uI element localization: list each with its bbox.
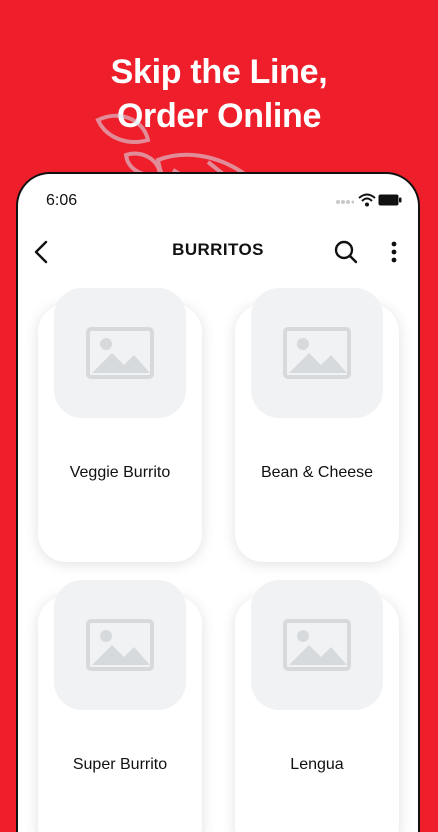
battery-icon <box>378 194 402 206</box>
image-placeholder-icon <box>86 327 154 379</box>
top-nav-bar: BURRITOS <box>18 226 418 278</box>
product-image <box>54 288 186 418</box>
signal-dots-icon <box>336 200 354 204</box>
product-name: Veggie Burrito <box>69 464 171 481</box>
product-card[interactable]: Lengua <box>235 580 399 832</box>
promo-line-1: Skip the Line, <box>110 53 328 91</box>
product-name: Super Burrito <box>72 756 168 773</box>
product-image <box>251 580 383 710</box>
product-card[interactable]: Super Burrito <box>38 580 202 832</box>
image-placeholder-icon <box>283 327 351 379</box>
product-name: Bean & Cheese <box>260 464 374 481</box>
product-card[interactable]: Bean & Cheese <box>235 288 399 562</box>
product-name: Lengua <box>290 756 344 773</box>
search-icon[interactable] <box>330 236 362 268</box>
image-placeholder-icon <box>86 619 154 671</box>
product-card[interactable]: Veggie Burrito <box>38 288 202 562</box>
phone-frame: 6:06 BURRITOS Veggie Burrito Bean & Chee… <box>16 172 420 832</box>
product-image <box>251 288 383 418</box>
status-bar: 6:06 <box>18 174 418 226</box>
more-vertical-icon[interactable] <box>384 236 404 268</box>
product-image <box>54 580 186 710</box>
image-placeholder-icon <box>283 619 351 671</box>
status-time: 6:06 <box>46 192 78 209</box>
wifi-icon <box>358 193 376 207</box>
product-grid: Veggie Burrito Bean & Cheese Super Burri… <box>18 278 418 832</box>
